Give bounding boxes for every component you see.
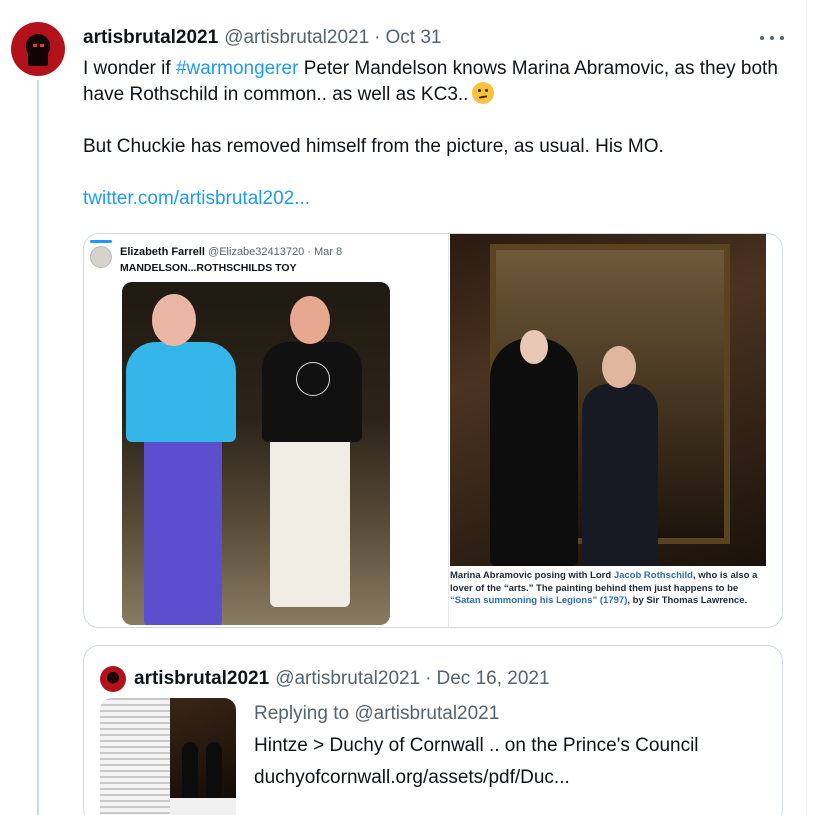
quoted-handle: @artisbrutal2021: [275, 668, 421, 689]
quoted-separator: ·: [425, 668, 432, 689]
quoted-display-name: artisbrutal2021: [134, 668, 270, 689]
quoted-tweet-header: artisbrutal2021 @artisbrutal2021 · Dec 1…: [134, 666, 550, 692]
replying-to: Replying to @artisbrutal2021: [254, 703, 500, 724]
photo-caption: Marina Abramovic posing with Lord Jacob …: [450, 570, 758, 606]
quoted-date: Dec 16, 2021: [436, 668, 550, 689]
tweet-date[interactable]: Oct 31: [386, 27, 442, 49]
timeline-right-border: [806, 0, 807, 815]
quoted-avatar: [100, 666, 126, 692]
embedded-author-handle: @Elizabe32413720 · Mar 8: [208, 246, 343, 258]
tweet-text-line2: But Chuckie has removed himself from the…: [83, 136, 664, 157]
thinking-face-icon: [472, 82, 495, 104]
gallery-photo: [450, 234, 766, 566]
tweet-header: artisbrutal2021 @artisbrutal2021 · Oct 3…: [83, 26, 441, 50]
quoted-tweet-text: Replying to @artisbrutal2021 Hintze > Du…: [254, 698, 774, 794]
separator-dot: ·: [374, 27, 381, 48]
tweet-text-intro: I wonder if: [83, 58, 176, 79]
tweet-media[interactable]: Elizabeth Farrell @Elizabe32413720 · Mar…: [83, 233, 783, 628]
quoted-tweet[interactable]: artisbrutal2021 @artisbrutal2021 · Dec 1…: [83, 645, 783, 815]
embedded-photo: [122, 282, 390, 625]
caption-link: Jacob Rothschild: [613, 570, 693, 581]
embedded-author-name: Elizabeth Farrell: [120, 246, 205, 258]
user-handle[interactable]: @artisbrutal2021: [224, 27, 369, 49]
tweet-text: I wonder if #warmongerer Peter Mandelson…: [83, 56, 783, 212]
avatar[interactable]: [11, 22, 65, 76]
caption-painting-title: “Satan summoning his Legions” (1797): [450, 595, 628, 606]
quoted-line1: Hintze > Duchy of Cornwall .. on the Pri…: [254, 735, 699, 756]
avatar-figure: [28, 36, 48, 66]
screenshot-accent-bar: [90, 240, 112, 243]
embedded-tweet-header: Elizabeth Farrell @Elizabe32413720 · Mar…: [120, 246, 342, 258]
display-name[interactable]: artisbrutal2021: [83, 27, 218, 49]
media-image-right[interactable]: Marina Abramovic posing with Lord Jacob …: [450, 234, 782, 627]
hashtag-link[interactable]: #warmongerer: [176, 58, 299, 79]
quoted-link-text: duchyofcornwall.org/assets/pdf/Duc...: [254, 767, 570, 788]
more-options-icon[interactable]: [760, 28, 784, 48]
thread-connector-line: [37, 80, 39, 815]
embedded-avatar: [90, 246, 112, 268]
embedded-tweet-text: MANDELSON...ROTHSCHILDS TOY: [120, 262, 297, 274]
quoted-media-thumbnail: [100, 698, 236, 815]
media-image-left[interactable]: Elizabeth Farrell @Elizabe32413720 · Mar…: [84, 234, 449, 627]
quoted-tweet-link[interactable]: twitter.com/artisbrutal202...: [83, 186, 783, 212]
